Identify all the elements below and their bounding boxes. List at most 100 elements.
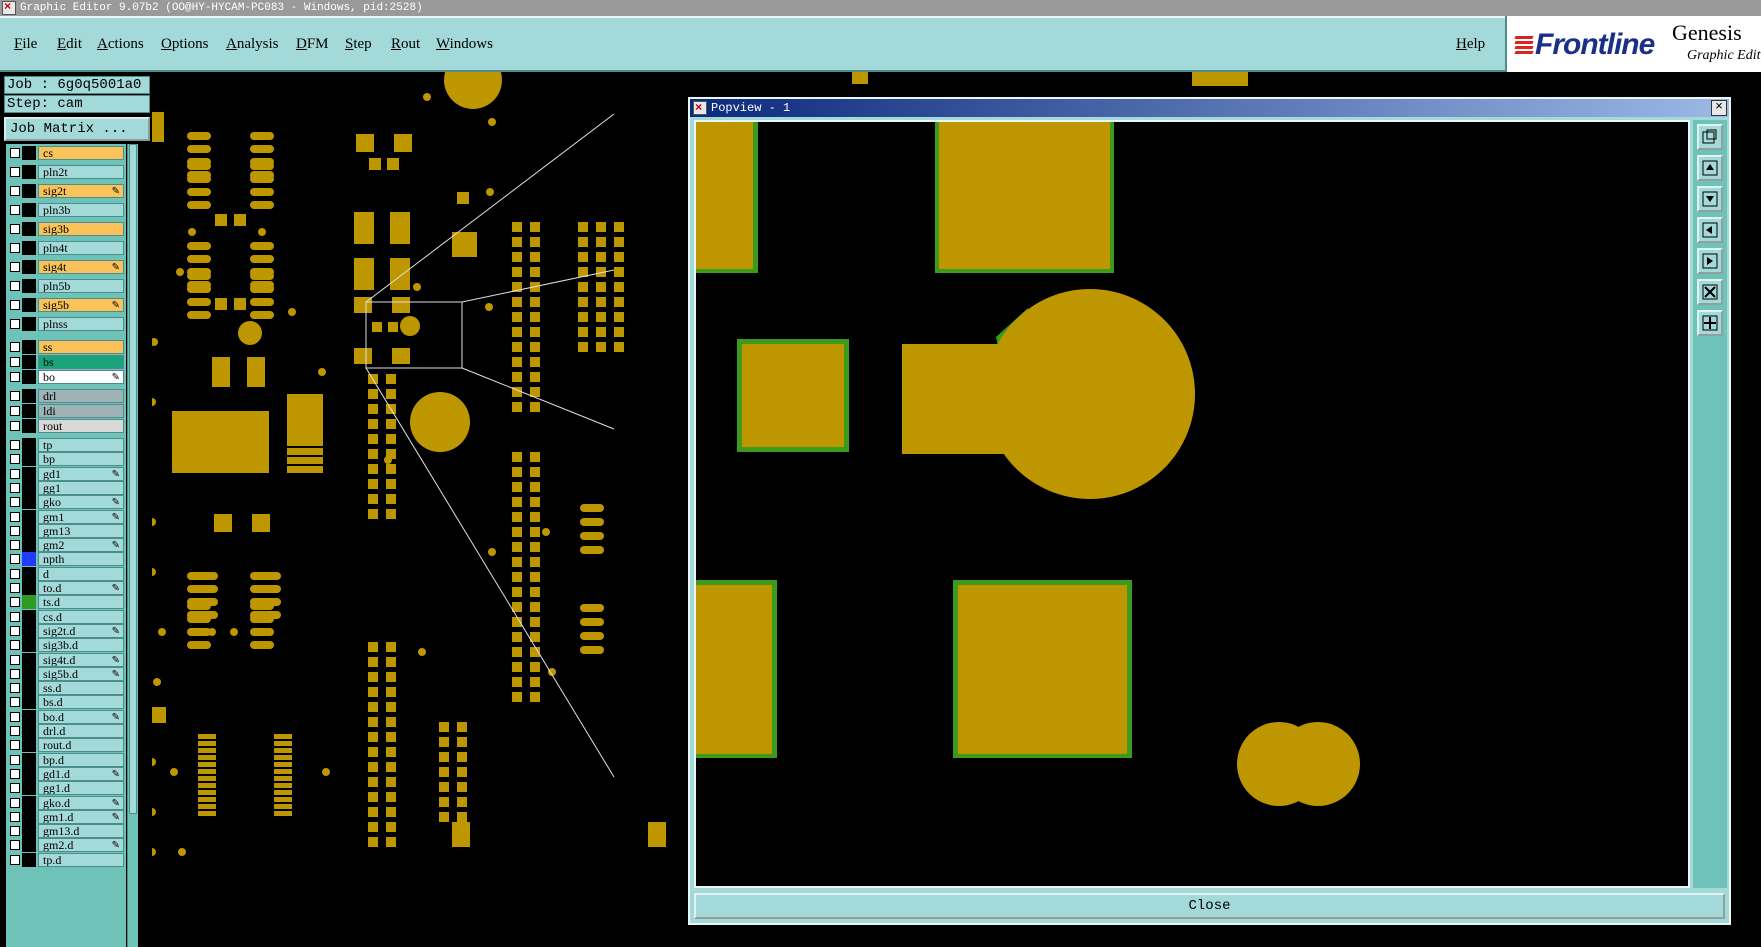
layer-checkbox[interactable] [10,186,20,196]
layer-row[interactable]: gm2 ✎ [6,538,126,553]
layer-checkbox[interactable] [10,554,20,565]
layer-checkbox[interactable] [10,440,20,450]
layer-row[interactable]: pln4t [6,241,126,255]
layer-checkbox[interactable] [10,740,20,751]
layer-checkbox[interactable] [10,540,20,551]
layer-checkbox[interactable] [10,640,20,651]
layer-name[interactable]: gg1 [38,480,124,495]
pan-right-icon[interactable] [1697,248,1723,274]
layer-name[interactable]: gm2.d ✎ [38,838,124,853]
layer-checkbox[interactable] [10,683,20,694]
layer-name[interactable]: gm13.d [38,824,124,839]
layer-name[interactable]: ss.d [38,681,124,696]
layer-checkbox[interactable] [10,391,20,401]
layer-row[interactable]: gg1.d [6,781,126,796]
layer-name[interactable]: pln3b [38,203,124,217]
layer-row[interactable]: sig2t.d ✎ [6,623,126,638]
pan-down-icon[interactable] [1697,186,1723,212]
layer-name[interactable]: d [38,566,124,581]
layer-name[interactable]: gd1.d ✎ [38,766,124,781]
layer-name[interactable]: rout [38,419,124,433]
menu-file[interactable]: File [14,36,37,53]
layer-name[interactable]: plnss [38,317,124,331]
layer-checkbox[interactable] [10,697,20,708]
layer-row[interactable]: bs [6,355,126,369]
layer-row[interactable]: bp.d [6,752,126,767]
layer-row[interactable]: gm2.d ✎ [6,838,126,853]
layer-row[interactable]: sig4t.d ✎ [6,652,126,667]
layer-row[interactable]: sig3b.d [6,638,126,653]
layer-name[interactable]: npth [38,552,124,567]
layer-row[interactable]: gm13 [6,523,126,538]
layer-name[interactable]: pln5b [38,279,124,293]
layer-checkbox[interactable] [10,854,20,865]
layer-row[interactable]: sig5b ✎ [6,298,126,312]
layer-name[interactable]: bp [38,452,124,467]
layer-checkbox[interactable] [10,342,20,352]
layer-checkbox[interactable] [10,482,20,493]
layer-row[interactable]: cs [6,146,126,160]
layer-row[interactable]: gm1 ✎ [6,509,126,524]
layer-row[interactable]: tp [6,438,126,452]
layer-row[interactable]: ldi [6,404,126,418]
layer-checkbox[interactable] [10,754,20,765]
zoom-home-icon[interactable] [1697,124,1723,150]
layer-name[interactable]: drl.d [38,724,124,738]
menu-options[interactable]: Options [161,36,209,53]
layer-name[interactable]: ss [38,340,124,354]
layer-checkbox[interactable] [10,511,20,522]
layer-row[interactable]: pln5b [6,279,126,293]
layer-checkbox[interactable] [10,148,20,158]
layer-name[interactable]: sig4t ✎ [38,260,124,274]
layer-checkbox[interactable] [10,205,20,215]
zoom-out-icon[interactable] [1697,310,1723,336]
layer-row[interactable]: npth [6,552,126,567]
layer-name[interactable]: gm1 ✎ [38,509,124,524]
layer-checkbox[interactable] [10,243,20,253]
layer-row[interactable]: bo.d ✎ [6,709,126,724]
scrollbar-thumb[interactable] [129,144,137,814]
layer-name[interactable]: cs [38,146,124,160]
layer-checkbox[interactable] [10,625,20,636]
layer-name[interactable]: gg1.d [38,781,124,796]
job-matrix-button[interactable]: Job Matrix ... [4,117,150,141]
layer-row[interactable]: plnss [6,317,126,331]
layer-name[interactable]: sig4t.d ✎ [38,652,124,667]
layer-name[interactable]: to.d ✎ [38,581,124,595]
layer-checkbox[interactable] [10,319,20,329]
layer-row[interactable]: sig4t ✎ [6,260,126,274]
layer-name[interactable]: ts.d [38,595,124,610]
layer-checkbox[interactable] [10,406,20,416]
layer-row[interactable]: pln2t [6,165,126,179]
layer-name[interactable]: sig3b.d [38,638,124,653]
layer-checkbox[interactable] [10,783,20,794]
layer-row[interactable]: d [6,566,126,581]
layer-name[interactable]: sig2t ✎ [38,184,124,198]
pan-up-icon[interactable] [1697,155,1723,181]
layer-row[interactable]: bs.d [6,695,126,710]
layer-checkbox[interactable] [10,711,20,722]
layer-row[interactable]: ss.d [6,681,126,696]
menu-windows[interactable]: Windows [436,36,493,53]
layer-checkbox[interactable] [10,167,20,177]
layer-row[interactable]: gg1 [6,480,126,495]
layer-checkbox[interactable] [10,525,20,536]
layer-checkbox[interactable] [10,281,20,291]
menu-edit[interactable]: Edit [57,36,82,53]
menu-analysis[interactable]: Analysis [226,36,279,53]
layer-row[interactable]: sig2t ✎ [6,184,126,198]
layer-row[interactable]: to.d ✎ [6,581,126,595]
layer-name[interactable]: ldi [38,404,124,418]
layer-checkbox[interactable] [10,262,20,272]
layer-row[interactable]: bp [6,452,126,467]
layer-checkbox[interactable] [10,372,20,382]
layer-name[interactable]: bs [38,355,124,369]
layer-checkbox[interactable] [10,224,20,234]
layer-checkbox[interactable] [10,826,20,837]
layer-list-scrollbar[interactable] [127,144,138,947]
zoom-in-icon[interactable] [1697,279,1723,305]
layer-checkbox[interactable] [10,654,20,665]
layer-row[interactable]: tp.d [6,852,126,867]
layer-row[interactable]: rout.d [6,738,126,753]
layer-checkbox[interactable] [10,597,20,608]
